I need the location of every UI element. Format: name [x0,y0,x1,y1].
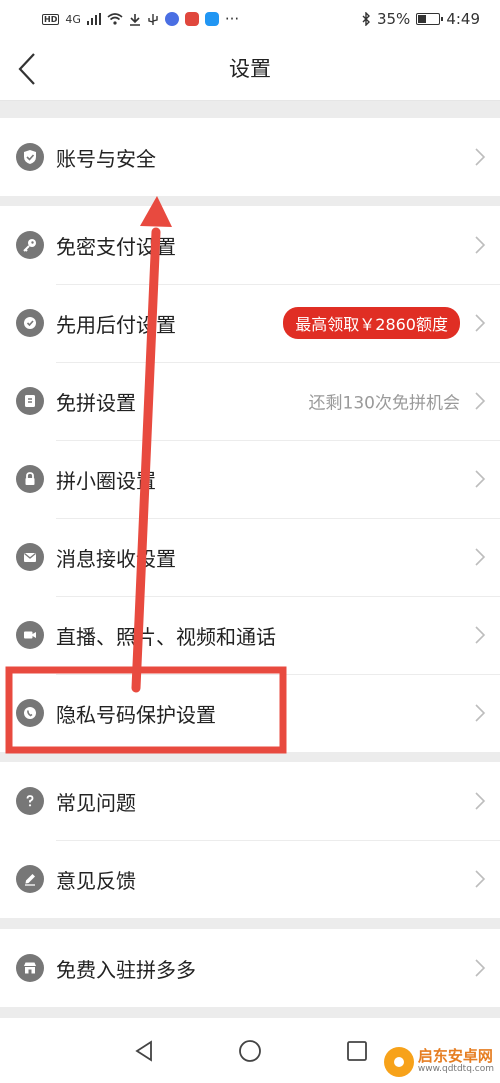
battery-icon [416,13,444,25]
search-app-icon [204,12,219,26]
coupon-icon [16,387,44,415]
usb-icon [148,13,158,25]
badge-icon [16,309,44,337]
settings-group-support: 常见问题 意见反馈 [0,762,500,918]
more-notifications-icon: ··· [224,10,240,28]
clock: 4:49 [446,10,480,28]
chevron-right-icon [475,704,486,722]
chevron-right-icon [475,148,486,166]
settings-group-account: 账号与安全 [0,118,500,196]
settings-item-feedback[interactable]: 意见反馈 [0,840,500,918]
network-label: 4G [65,12,81,26]
settings-item-label: 意见反馈 [56,868,136,893]
settings-item-group-free[interactable]: 免拼设置 还剩130次免拼机会 [0,362,500,440]
key-icon [16,231,44,259]
group-free-remaining: 还剩130次免拼机会 [308,393,460,414]
settings-item-pay-later[interactable]: 先用后付设置 最高领取￥2860额度 [0,284,500,362]
settings-group-main: 免密支付设置 先用后付设置 最高领取￥2860额度 免拼设置 还剩130次免拼机… [0,206,500,752]
circle-home-icon [239,1040,261,1062]
store-icon [16,954,44,982]
chevron-right-icon [475,626,486,644]
page-title: 设置 [229,57,271,81]
download-icon [129,13,140,26]
chevron-right-icon [475,548,486,566]
chevron-right-icon [475,314,486,332]
watermark-name: 启东安卓网 [417,1047,493,1066]
settings-item-label: 账号与安全 [56,146,156,171]
settings-item-privacy-number[interactable]: 隐私号码保护设置 [0,674,500,752]
watermark-logo-icon [383,1047,414,1077]
settings-item-notifications[interactable]: 消息接收设置 [0,518,500,596]
camera-icon [16,621,44,649]
chevron-right-icon [475,792,486,810]
credit-promo-badge[interactable]: 最高领取￥2860额度 [283,307,460,339]
app-notification-icon [184,12,199,26]
settings-item-password-free-pay[interactable]: 免密支付设置 [0,206,500,284]
chevron-left-icon [18,53,35,85]
settings-item-label: 隐私号码保护设置 [56,702,216,727]
back-button[interactable] [10,48,50,90]
settings-item-account-security[interactable]: 账号与安全 [0,118,500,196]
settings-item-label: 直播、照片、视频和通话 [56,624,276,649]
nav-recents-button[interactable] [344,1038,370,1064]
mail-icon [16,543,44,571]
hd-badge: HD [42,13,60,25]
battery-level [418,15,426,23]
chevron-right-icon [475,236,486,254]
settings-item-label: 拼小圈设置 [56,468,156,493]
settings-item-label: 消息接收设置 [56,546,176,571]
settings-item-circle[interactable]: 拼小圈设置 [0,440,500,518]
settings-group-merchant: 免费入驻拼多多 [0,929,500,1007]
status-bar: HD 4G ··· 35% 4:49 [0,0,500,38]
watermark-url: www.qdtdtq.com [417,1064,494,1075]
pen-icon [16,865,44,893]
shield-check-icon [16,143,44,171]
nav-home-button[interactable] [237,1038,263,1064]
lock-icon [16,465,44,493]
chevron-right-icon [475,392,486,410]
watermark-text: 启东安卓网 www.qdtdtq.com [418,1049,494,1074]
chevron-right-icon [475,870,486,888]
bluetooth-icon [362,12,370,26]
settings-item-faq[interactable]: 常见问题 [0,762,500,840]
status-right: 35% 4:49 [361,10,480,28]
question-icon [16,787,44,815]
app-notification-icon [164,12,179,26]
wifi-icon [107,13,123,25]
nav-back-button[interactable] [131,1038,157,1064]
settings-item-merchant-join[interactable]: 免费入驻拼多多 [0,929,500,1007]
square-recents-icon [347,1041,367,1061]
header-bar: 设置 [0,38,500,101]
settings-item-label: 常见问题 [56,790,136,815]
signal-icon [86,13,101,25]
status-left: HD 4G ··· [42,10,239,28]
phone-shield-icon [16,699,44,727]
settings-item-media-permissions[interactable]: 直播、照片、视频和通话 [0,596,500,674]
triangle-back-icon [135,1040,152,1062]
battery-percent: 35% [376,10,411,28]
chevron-right-icon [475,959,486,977]
settings-item-label: 免费入驻拼多多 [56,957,196,982]
site-watermark: 启东安卓网 www.qdtdtq.com [383,1047,494,1077]
settings-item-label: 免密支付设置 [56,234,176,259]
chevron-right-icon [475,470,486,488]
